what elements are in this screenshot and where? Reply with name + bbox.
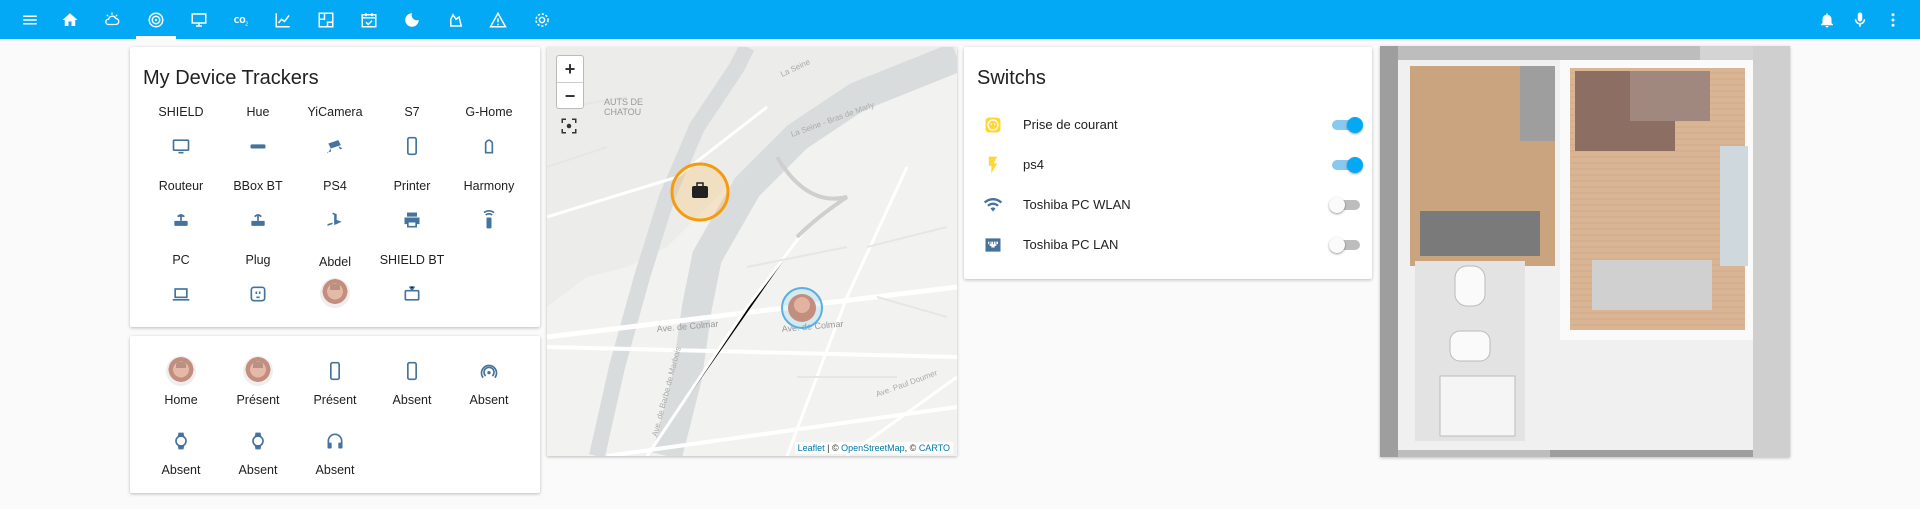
map[interactable]: AUTS DE CHATOU La Seine La Seine - Bras … xyxy=(547,47,957,456)
map-marker-work[interactable] xyxy=(670,162,730,222)
switch-row-lan: Toshiba PC LAN xyxy=(975,225,1375,265)
card-title: My Device Trackers xyxy=(143,67,319,89)
tracker-hue[interactable]: Hue xyxy=(220,104,296,158)
avatar xyxy=(143,354,219,388)
power-socket-icon xyxy=(220,282,296,306)
presence-absent-2[interactable]: Absent xyxy=(451,354,527,408)
playstation-icon xyxy=(297,208,373,232)
google-home-icon xyxy=(451,134,527,158)
zoom-control: + − xyxy=(556,55,584,109)
switch-row-prise: Prise de courant xyxy=(975,105,1375,145)
more-vert-icon[interactable] xyxy=(1878,0,1908,39)
presence-absent-5[interactable]: Absent xyxy=(297,424,373,478)
menu-icon[interactable] xyxy=(15,0,45,39)
switch-row-wlan: Toshiba PC WLAN xyxy=(975,185,1375,225)
laptop-icon xyxy=(143,282,219,306)
tracker-abdel[interactable]: Abdel xyxy=(297,254,373,310)
cellphone-icon xyxy=(297,354,373,388)
floorplan-image[interactable] xyxy=(1380,46,1790,457)
top-app-bar: CO 2 xyxy=(0,0,1920,39)
wifi-icon xyxy=(983,195,1003,215)
weather-icon[interactable] xyxy=(97,0,127,39)
bridge-icon xyxy=(220,134,296,158)
bell-icon[interactable] xyxy=(1812,0,1842,39)
tracker-yicamera[interactable]: YiCamera xyxy=(297,104,373,158)
chess-icon[interactable] xyxy=(441,0,471,39)
tracker-printer[interactable]: Printer xyxy=(374,178,450,232)
presence-absent-3[interactable]: Absent xyxy=(143,424,219,478)
printer-icon xyxy=(374,208,450,232)
moon-icon[interactable] xyxy=(397,0,427,39)
settings-icon[interactable] xyxy=(527,0,557,39)
switch-row-ps4: ps4 xyxy=(975,145,1375,185)
floor-plan-icon[interactable] xyxy=(311,0,341,39)
map-tiles: AUTS DE CHATOU La Seine La Seine - Bras … xyxy=(547,47,957,456)
presence-present-2[interactable]: Présent xyxy=(297,354,373,408)
presence-absent-1[interactable]: Absent xyxy=(374,354,450,408)
svg-text:2: 2 xyxy=(245,21,248,27)
toggle-switch[interactable] xyxy=(1329,155,1363,175)
active-tab-indicator xyxy=(136,36,176,39)
toggle-switch[interactable] xyxy=(1329,235,1363,255)
home-icon[interactable] xyxy=(55,0,85,39)
map-attribution: Leaflet | © OpenStreetMap, © CARTO xyxy=(794,442,953,454)
tracker-plug[interactable]: Plug xyxy=(220,252,296,306)
tracker-g-home[interactable]: G-Home xyxy=(451,104,527,158)
radar-icon[interactable] xyxy=(141,0,171,39)
tracker-shield-bt[interactable]: SHIELD BT xyxy=(374,252,450,306)
tracker-shield[interactable]: SHIELD xyxy=(143,104,219,158)
zoom-in-button[interactable]: + xyxy=(557,56,583,83)
card-title: Switchs xyxy=(977,67,1046,89)
fit-map-icon[interactable] xyxy=(560,117,578,135)
presence-home[interactable]: Home xyxy=(143,354,219,408)
flash-icon xyxy=(983,155,1003,175)
watch-icon xyxy=(220,424,296,458)
tracker-pc[interactable]: PC xyxy=(143,252,219,306)
avatar xyxy=(220,354,296,388)
access-point-icon xyxy=(451,354,527,388)
router-icon xyxy=(143,208,219,232)
headphones-icon xyxy=(297,424,373,458)
tv-icon xyxy=(143,134,219,158)
ethernet-icon xyxy=(983,235,1003,255)
tracker-ps4[interactable]: PS4 xyxy=(297,178,373,232)
monitor-icon[interactable] xyxy=(184,0,214,39)
watch-icon xyxy=(143,424,219,458)
leaflet-link[interactable]: Leaflet xyxy=(798,443,825,453)
tracker-s7[interactable]: S7 xyxy=(374,104,450,158)
tv-classic-icon xyxy=(374,282,450,306)
avatar xyxy=(297,276,373,310)
map-marker-person[interactable] xyxy=(781,287,823,329)
remote-icon xyxy=(451,208,527,232)
map-label-chatou-1: AUTS DE xyxy=(604,97,643,107)
tracker-routeur[interactable]: Routeur xyxy=(143,178,219,232)
svg-text:CO: CO xyxy=(234,16,246,25)
presence-absent-4[interactable]: Absent xyxy=(220,424,296,478)
map-label-chatou-2: CHATOU xyxy=(604,107,641,117)
cellphone-icon xyxy=(374,134,450,158)
tracker-bbox-bt[interactable]: BBox BT xyxy=(220,178,296,232)
router-icon xyxy=(220,208,296,232)
microphone-icon[interactable] xyxy=(1845,0,1875,39)
calendar-check-icon[interactable] xyxy=(354,0,384,39)
cellphone-icon xyxy=(374,354,450,388)
osm-link[interactable]: OpenStreetMap xyxy=(841,443,905,453)
co2-icon[interactable]: CO 2 xyxy=(227,0,257,39)
chart-line-icon[interactable] xyxy=(268,0,298,39)
alert-icon[interactable] xyxy=(483,0,513,39)
tracker-harmony[interactable]: Harmony xyxy=(451,178,527,232)
carto-link[interactable]: CARTO xyxy=(919,443,950,453)
zoom-out-button[interactable]: − xyxy=(557,83,583,109)
power-socket-icon xyxy=(983,115,1003,135)
presence-present-1[interactable]: Présent xyxy=(220,354,296,408)
cctv-icon xyxy=(297,134,373,158)
toggle-switch[interactable] xyxy=(1329,115,1363,135)
toggle-switch[interactable] xyxy=(1329,195,1363,215)
